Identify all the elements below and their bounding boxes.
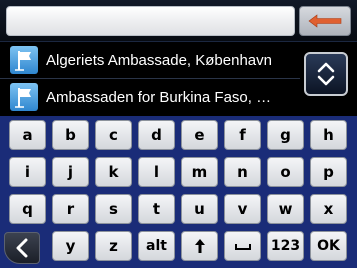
- search-input[interactable]: [6, 6, 295, 36]
- key-z[interactable]: z: [95, 231, 132, 261]
- search-bar: [0, 0, 357, 42]
- up-arrow-icon: [194, 239, 205, 253]
- keyboard-left-button[interactable]: [4, 232, 40, 264]
- scroll-list-button[interactable]: [304, 52, 348, 96]
- key-o[interactable]: o: [267, 157, 304, 187]
- key-c[interactable]: c: [95, 120, 132, 150]
- key-r[interactable]: r: [52, 194, 89, 224]
- key-n[interactable]: n: [224, 157, 261, 187]
- flag-icon: [10, 83, 38, 111]
- space-icon: [234, 244, 251, 250]
- key-d[interactable]: d: [138, 120, 175, 150]
- key-b[interactable]: b: [52, 120, 89, 150]
- navigation-search-screen: Algeriets Ambassade, København Ambassade…: [0, 0, 357, 268]
- key-e[interactable]: e: [181, 120, 218, 150]
- key-numbers[interactable]: 123: [267, 231, 304, 261]
- key-k[interactable]: k: [95, 157, 132, 187]
- divider: [0, 78, 300, 79]
- key-alt[interactable]: alt: [138, 231, 175, 261]
- flag-icon: [10, 46, 38, 74]
- key-a[interactable]: a: [9, 120, 46, 150]
- key-u[interactable]: u: [181, 194, 218, 224]
- key-x[interactable]: x: [310, 194, 347, 224]
- key-shift[interactable]: [181, 231, 218, 261]
- key-g[interactable]: g: [267, 120, 304, 150]
- up-down-chevron-icon: [317, 62, 335, 86]
- key-j[interactable]: j: [52, 157, 89, 187]
- on-screen-keyboard: a b c d e f g h i j k l m n o p q r s t …: [0, 116, 357, 268]
- key-s[interactable]: s: [95, 194, 132, 224]
- key-f[interactable]: f: [224, 120, 261, 150]
- key-p[interactable]: p: [310, 157, 347, 187]
- result-label: Ambassaden for Burkina Faso, …: [46, 88, 272, 106]
- key-m[interactable]: m: [181, 157, 218, 187]
- key-ok[interactable]: OK: [310, 231, 347, 261]
- key-y[interactable]: y: [52, 231, 89, 261]
- key-v[interactable]: v: [224, 194, 261, 224]
- chevron-left-icon: [16, 238, 28, 258]
- key-i[interactable]: i: [9, 157, 46, 187]
- back-button[interactable]: [299, 6, 351, 36]
- key-q[interactable]: q: [9, 194, 46, 224]
- key-w[interactable]: w: [267, 194, 304, 224]
- key-h[interactable]: h: [310, 120, 347, 150]
- result-label: Algeriets Ambassade, København: [46, 51, 272, 69]
- list-item[interactable]: Ambassaden for Burkina Faso, …: [0, 80, 300, 114]
- key-t[interactable]: t: [138, 194, 175, 224]
- results-list: Algeriets Ambassade, København Ambassade…: [0, 42, 357, 116]
- left-arrow-icon: [308, 14, 342, 28]
- key-l[interactable]: l: [138, 157, 175, 187]
- list-item[interactable]: Algeriets Ambassade, København: [0, 43, 300, 77]
- key-space[interactable]: [224, 231, 261, 261]
